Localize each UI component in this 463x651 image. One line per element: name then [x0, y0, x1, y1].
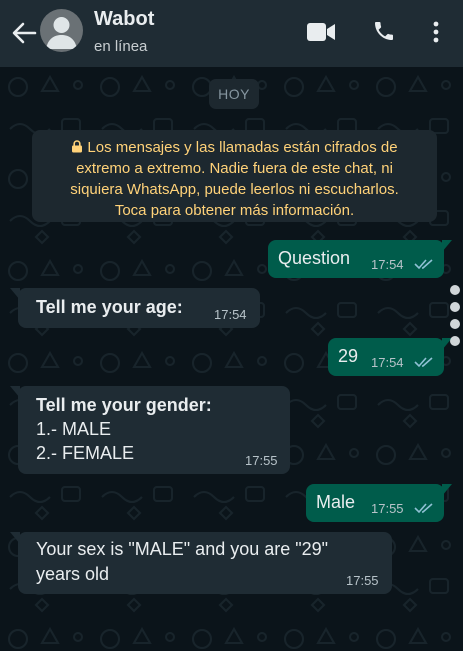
video-camera-icon[interactable] [307, 22, 336, 42]
chat-header: Wabot en línea [0, 0, 463, 67]
outgoing-message[interactable]: Male 17:55 [306, 484, 452, 522]
avatar[interactable] [40, 9, 83, 52]
more-vertical-icon[interactable] [429, 20, 443, 44]
default-avatar-icon [46, 17, 77, 49]
encryption-notice[interactable]: Los mensajes y las llamadas están cifrad… [32, 130, 437, 222]
message-text: Question [278, 248, 351, 268]
message-time: 17:54 [371, 257, 404, 272]
incoming-message[interactable]: Tell me your gender: 1.- MALE 2.- FEMALE… [10, 386, 290, 474]
bubble-tail [10, 288, 20, 300]
message-line: years old [36, 564, 110, 584]
message-line: 2.- FEMALE [36, 443, 135, 463]
message-time: 17:55 [371, 501, 404, 516]
double-check-icon [414, 259, 433, 270]
scroll-indicator-dot[interactable] [450, 319, 460, 329]
bubble-tail [442, 484, 452, 496]
incoming-message[interactable]: Tell me your age: 17:54 [10, 288, 260, 328]
date-chip: HOY [209, 79, 259, 109]
message-time: 17:54 [214, 307, 247, 322]
bubble-tail [10, 386, 20, 398]
lock-icon [72, 140, 83, 153]
message-text: Tell me your age: [36, 297, 183, 317]
contact-name[interactable]: Wabot [94, 8, 154, 31]
message-title: Tell me your gender: [36, 395, 212, 415]
message-text: Male [316, 492, 356, 512]
bubble-tail [442, 240, 452, 252]
message-line: 1.- MALE [36, 419, 112, 439]
contact-status: en línea [94, 38, 148, 55]
outgoing-message[interactable]: Question 17:54 [268, 240, 452, 278]
encryption-notice-line: Toca para obtener más información. [114, 202, 355, 219]
message-time: 17:54 [371, 355, 404, 370]
double-check-icon [414, 357, 433, 368]
double-check-icon [414, 503, 433, 514]
scroll-indicator-dot[interactable] [450, 285, 460, 295]
message-line: Your sex is "MALE" and you are "29" [36, 539, 329, 559]
encryption-notice-line: siquiera WhatsApp, puede leerlos ni escu… [70, 181, 399, 198]
bubble-tail [10, 532, 20, 544]
message-time: 17:55 [245, 453, 278, 468]
incoming-message[interactable]: Your sex is "MALE" and you are "29" year… [10, 532, 392, 594]
encryption-notice-line: extremo a extremo. Nadie fuera de este c… [76, 160, 393, 177]
message-time: 17:55 [346, 573, 379, 588]
phone-icon[interactable] [372, 19, 396, 43]
scroll-indicator-dot[interactable] [450, 336, 460, 346]
scroll-indicator-dot[interactable] [450, 302, 460, 312]
encryption-notice-line: Los mensajes y las llamadas están cifrad… [32, 137, 437, 158]
message-text: 29 [338, 346, 359, 366]
arrow-left-icon[interactable] [11, 21, 37, 45]
outgoing-message[interactable]: 29 17:54 [328, 338, 452, 376]
